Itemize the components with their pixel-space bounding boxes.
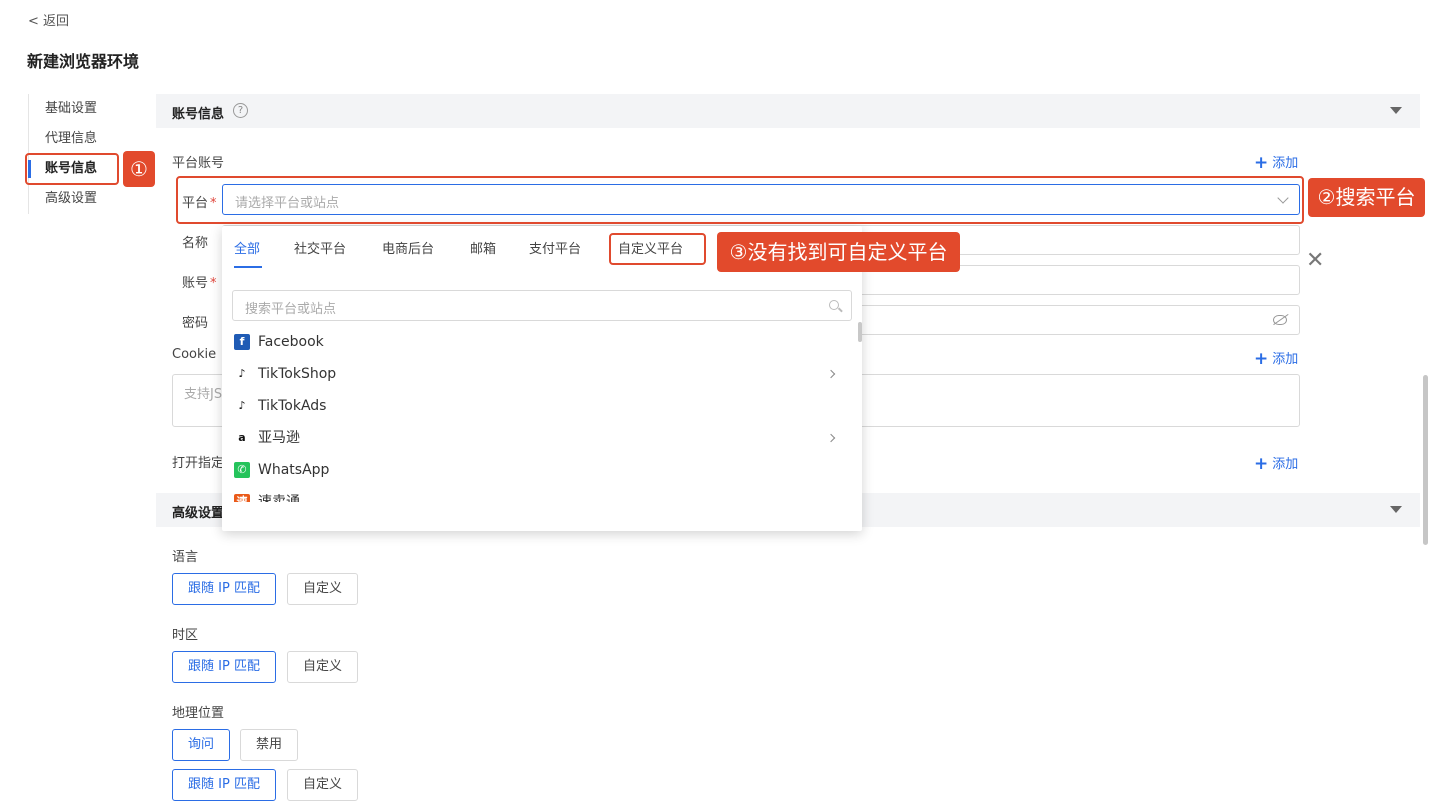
dropdown-tab-payment[interactable]: 支付平台 — [529, 238, 581, 257]
platform-list: f Facebook ♪ TikTokShop ♪ TikTokAds a 亚马逊 ✆ W… — [222, 326, 854, 502]
search-placeholder: 搜索平台或站点 — [245, 302, 337, 317]
add-url-button[interactable]: + 添加 — [1254, 453, 1299, 474]
annotation-box-1 — [25, 153, 119, 185]
annotation-label-2: ②搜索平台 — [1308, 178, 1425, 217]
aliexpress-icon: 速 — [234, 494, 250, 502]
language-label: 语言 — [172, 550, 199, 565]
dropdown-scroll-thumb[interactable] — [858, 322, 862, 342]
facebook-icon: f — [234, 334, 250, 350]
account-section-header[interactable]: 账号信息 ? — [156, 94, 1420, 128]
cookie-placeholder: 支持JS — [184, 387, 223, 402]
geo-follow-ip-button[interactable]: 跟随 IP 匹配 — [172, 769, 276, 801]
amazon-icon: a — [238, 431, 246, 444]
plus-icon: + — [1254, 454, 1269, 474]
dropdown-scrollbar[interactable] — [858, 322, 862, 502]
advanced-section-title: 高级设置 — [172, 506, 225, 521]
geo-disable-button[interactable]: 禁用 — [240, 729, 299, 761]
cookie-label: Cookie — [172, 347, 217, 362]
sidenav-item-basic[interactable]: 基础设置 — [29, 94, 128, 124]
timezone-label: 时区 — [172, 628, 199, 643]
add-account-button[interactable]: + 添加 — [1254, 152, 1299, 173]
platform-search-input[interactable]: 搜索平台或站点 — [232, 290, 852, 321]
sidenav-item-advanced[interactable]: 高级设置 — [29, 184, 128, 214]
tiktok-icon: ♪ — [238, 399, 246, 412]
whatsapp-icon: ✆ — [234, 462, 250, 478]
active-tab-indicator — [234, 266, 262, 268]
geo-ask-button[interactable]: 询问 — [172, 729, 231, 761]
timezone-follow-ip-button[interactable]: 跟随 IP 匹配 — [172, 651, 276, 683]
platform-account-label: 平台账号 — [172, 156, 225, 171]
annotation-label-1: ① — [123, 151, 155, 187]
collapse-caret-icon[interactable] — [1390, 506, 1402, 513]
page-title: 新建浏览器环境 — [27, 52, 140, 71]
name-label: 名称 — [182, 236, 209, 251]
platform-item-aliexpress[interactable]: 速速卖通 — [222, 486, 854, 502]
geo-custom-button[interactable]: 自定义 — [287, 769, 359, 801]
back-link[interactable]: < 返回 — [28, 10, 69, 29]
account-section-title: 账号信息 — [172, 107, 225, 122]
dropdown-tab-ecommerce[interactable]: 电商后台 — [382, 238, 434, 257]
annotation-box-3 — [609, 233, 706, 265]
annotation-box-2 — [176, 176, 1304, 224]
timezone-custom-button[interactable]: 自定义 — [287, 651, 359, 683]
search-icon — [829, 300, 839, 310]
sidenav-item-proxy[interactable]: 代理信息 — [29, 124, 128, 154]
dropdown-tab-email[interactable]: 邮箱 — [470, 238, 496, 257]
dropdown-tab-social[interactable]: 社交平台 — [294, 238, 346, 257]
password-label: 密码 — [182, 316, 209, 331]
plus-icon: + — [1254, 153, 1269, 173]
platform-item-whatsapp[interactable]: ✆ WhatsApp — [222, 454, 854, 486]
page-scrollbar[interactable] — [1423, 375, 1428, 545]
annotation-label-3: ③没有找到可自定义平台 — [717, 232, 960, 272]
plus-icon: + — [1254, 349, 1269, 369]
add-label: 添加 — [1272, 352, 1299, 367]
language-custom-button[interactable]: 自定义 — [287, 573, 359, 605]
platform-item-facebook[interactable]: f Facebook — [222, 326, 854, 358]
eye-off-icon[interactable] — [1273, 315, 1287, 325]
help-icon[interactable]: ? — [233, 103, 248, 118]
add-label: 添加 — [1272, 457, 1299, 472]
chevron-right-icon — [826, 433, 836, 443]
platform-item-amazon[interactable]: a 亚马逊 — [222, 422, 854, 454]
add-label: 添加 — [1272, 156, 1299, 171]
collapse-caret-icon[interactable] — [1390, 107, 1402, 114]
geo-label: 地理位置 — [172, 706, 225, 721]
add-cookie-button[interactable]: + 添加 — [1254, 348, 1299, 369]
open-url-label: 打开指定 — [172, 456, 225, 471]
chevron-right-icon — [826, 369, 836, 379]
language-follow-ip-button[interactable]: 跟随 IP 匹配 — [172, 573, 276, 605]
platform-item-tiktokads[interactable]: ♪ TikTokAds — [222, 390, 854, 422]
dropdown-tab-all[interactable]: 全部 — [234, 238, 260, 257]
tiktok-icon: ♪ — [238, 367, 246, 380]
platform-item-tiktokshop[interactable]: ♪ TikTokShop — [222, 358, 854, 390]
account-label: 账号 * — [182, 276, 217, 291]
close-icon[interactable]: ✕ — [1306, 248, 1324, 273]
